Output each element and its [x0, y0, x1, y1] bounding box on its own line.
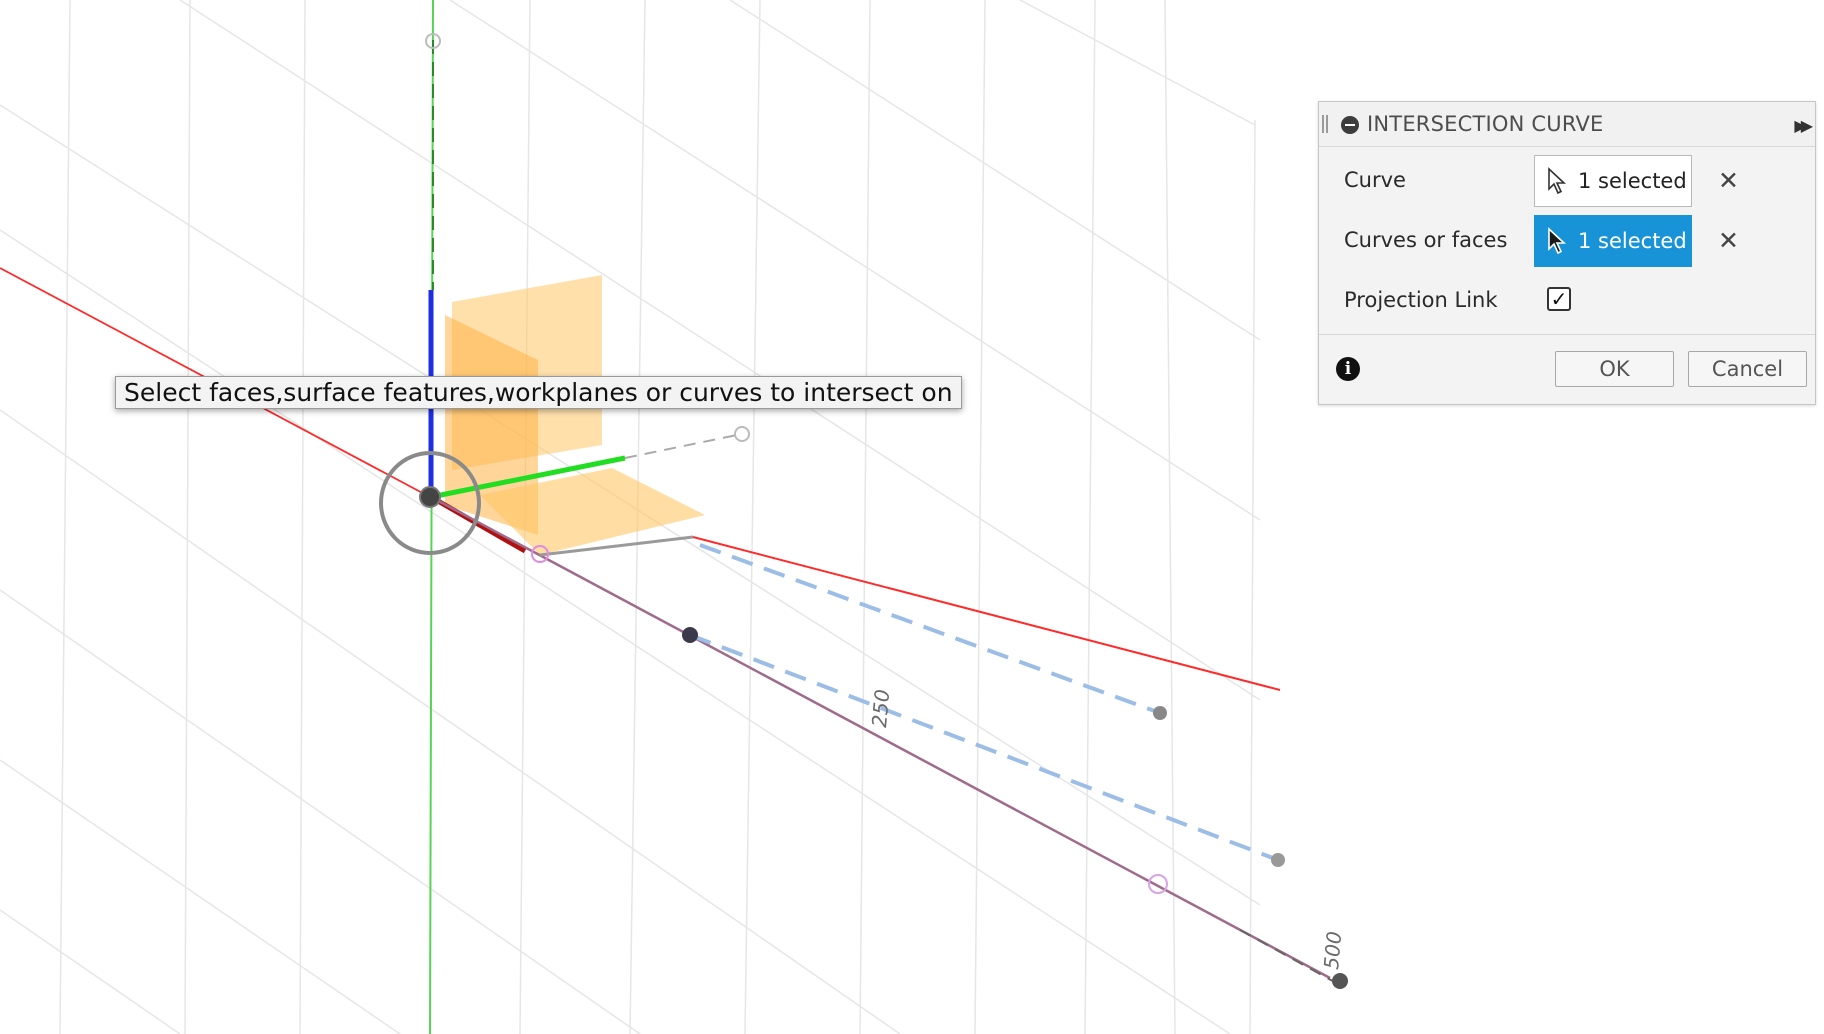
guide-dashed [624, 433, 743, 459]
dimension-label: 500 [1319, 930, 1346, 970]
projection-link-label: Projection Link [1344, 288, 1498, 312]
sketch-point[interactable] [1332, 973, 1348, 989]
intersection-line-red[interactable] [692, 536, 1281, 691]
dimension-label: 250 [867, 688, 894, 728]
checkmark-icon: ✓ [1550, 287, 1568, 311]
sketch-point[interactable] [1271, 853, 1285, 867]
ok-button[interactable]: OK [1555, 351, 1674, 387]
close-icon[interactable]: ✕ [1718, 226, 1739, 255]
sketch-point[interactable] [682, 627, 698, 643]
double-arrow-right-icon[interactable]: ▶▶ [1794, 116, 1812, 135]
curves-or-faces-label: Curves or faces [1344, 228, 1508, 252]
sketch-point[interactable] [1153, 706, 1167, 720]
curve-selection-value: 1 selected [1578, 169, 1687, 193]
curves-or-faces-selection-value: 1 selected [1578, 229, 1687, 253]
origin-point[interactable] [419, 486, 441, 508]
dashed-line-upper[interactable] [699, 543, 1161, 715]
dashed-line-lower[interactable] [689, 633, 1279, 862]
drag-handle-icon[interactable] [1322, 115, 1328, 133]
dialog-title: INTERSECTION CURVE [1367, 112, 1604, 136]
divider [1319, 334, 1815, 335]
cancel-button[interactable]: Cancel [1688, 351, 1807, 387]
dialog-header[interactable]: INTERSECTION CURVE ▶▶ [1319, 102, 1815, 147]
tooltip: Select faces,surface features,workplanes… [115, 376, 962, 409]
curve-label: Curve [1344, 168, 1406, 192]
cursor-arrow-icon [1548, 167, 1567, 195]
cursor-arrow-icon [1548, 227, 1567, 255]
intersection-curve-dialog: INTERSECTION CURVE ▶▶ Curve 1 selected ✕… [1318, 101, 1816, 405]
curves-or-faces-selection-button[interactable]: 1 selected [1534, 215, 1692, 267]
minus-circle-icon[interactable] [1341, 116, 1359, 134]
info-icon[interactable]: i [1336, 357, 1360, 381]
projection-link-checkbox[interactable]: ✓ [1547, 287, 1571, 311]
close-icon[interactable]: ✕ [1718, 166, 1739, 195]
sketch-line-diagonal[interactable] [430, 495, 1331, 980]
curve-selection-button[interactable]: 1 selected [1534, 155, 1692, 207]
